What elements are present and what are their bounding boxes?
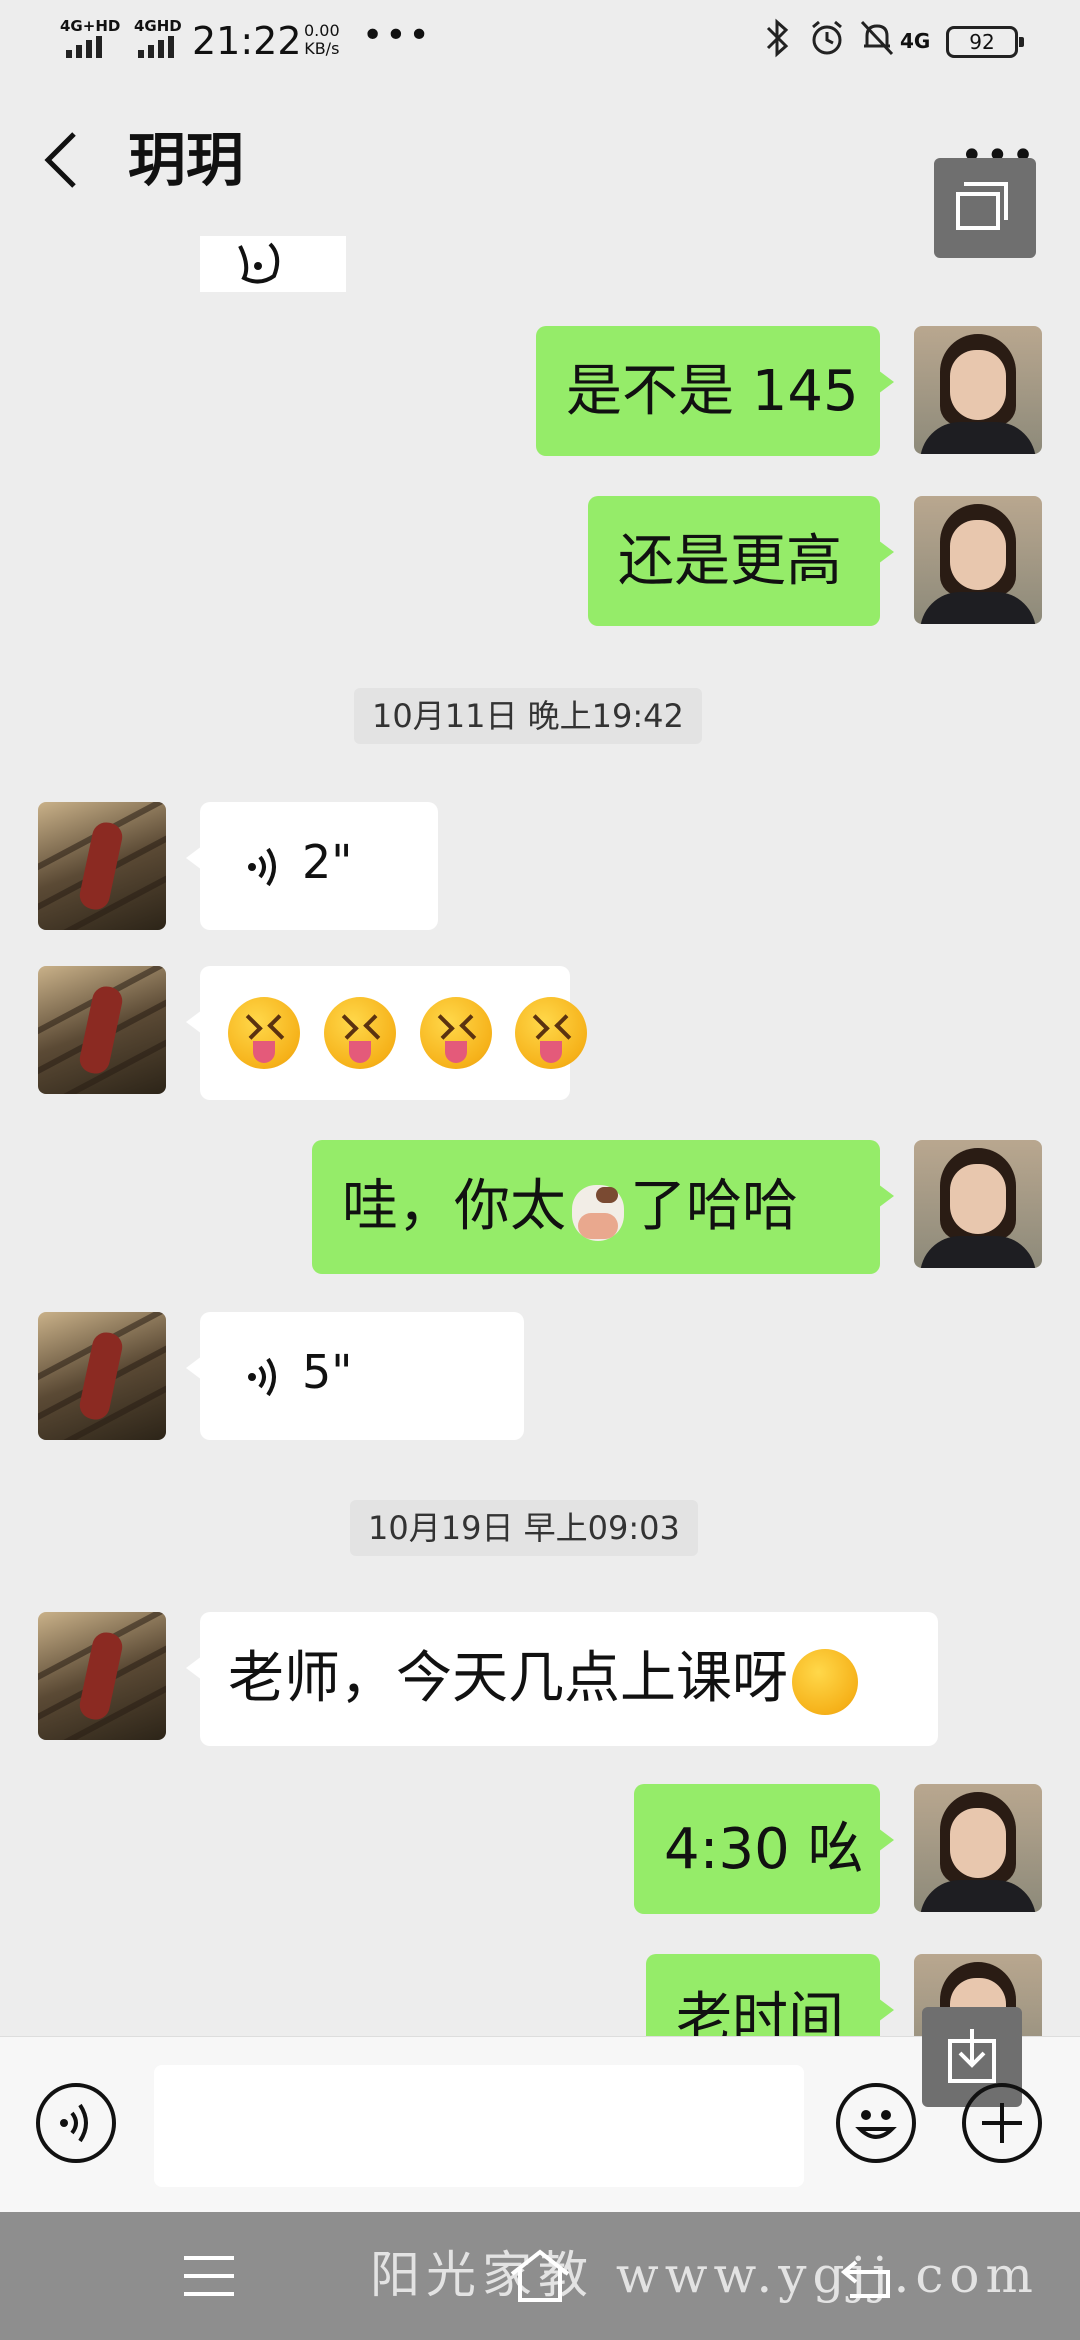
signal-bars-1-icon bbox=[66, 36, 104, 58]
chat-title: 玥玥 bbox=[128, 126, 245, 194]
message-input[interactable] bbox=[154, 2065, 804, 2187]
contact-avatar[interactable] bbox=[38, 802, 166, 930]
voice-wave-icon bbox=[248, 1357, 276, 1397]
message-text: 4:30 吆 bbox=[664, 1817, 864, 1882]
watermark-text: 阳光家教 www.ygjj.com bbox=[370, 2246, 1039, 2304]
contact-avatar[interactable] bbox=[38, 1612, 166, 1740]
voice-wave-icon bbox=[248, 847, 276, 887]
plus-icon bbox=[982, 2103, 1022, 2143]
my-avatar[interactable] bbox=[914, 1784, 1042, 1912]
back-button[interactable] bbox=[42, 130, 82, 190]
clock: 21:22 bbox=[192, 19, 302, 63]
cow-emoji-icon bbox=[566, 1177, 630, 1243]
voice-duration: 2" bbox=[302, 835, 353, 889]
voice-message[interactable]: 2" bbox=[186, 802, 438, 930]
timestamp-label: 10月11日 晚上19:42 bbox=[354, 688, 702, 744]
message-bubble[interactable]: 哇，你太 了哈哈 bbox=[312, 1140, 894, 1274]
squinting-tongue-emoji-icon bbox=[515, 997, 588, 1069]
menu-icon bbox=[184, 2256, 234, 2296]
voice-duration: 5" bbox=[302, 1345, 353, 1399]
menu-button[interactable] bbox=[180, 2252, 238, 2304]
message-bubble[interactable]: 老师，今天几点上课呀 bbox=[186, 1612, 938, 1746]
message-bubble[interactable]: 是不是 145 bbox=[536, 326, 894, 456]
message-bubble[interactable]: 4:30 吆 bbox=[634, 1784, 894, 1914]
alarm-icon bbox=[808, 18, 846, 72]
contact-avatar[interactable] bbox=[38, 966, 166, 1094]
message-text-before: 哇，你太 bbox=[342, 1174, 566, 1239]
message-bubble[interactable]: 还是更高 bbox=[588, 496, 894, 626]
more-functions-button[interactable] bbox=[962, 2083, 1042, 2163]
smiley-icon bbox=[855, 2110, 897, 2139]
chat-header: 玥玥 ••• bbox=[0, 84, 1080, 258]
timestamp-label: 10月19日 早上09:03 bbox=[350, 1500, 698, 1556]
message-bubble[interactable]: 老时间 bbox=[646, 1954, 894, 2037]
message-text: 老时间 bbox=[676, 1987, 844, 2037]
emoji-message[interactable] bbox=[186, 966, 588, 1100]
bluetooth-icon bbox=[764, 18, 792, 72]
message-text-after: 了哈哈 bbox=[630, 1174, 798, 1239]
input-bar bbox=[0, 2007, 1080, 2213]
winking-tongue-emoji-icon bbox=[792, 1648, 858, 1715]
voice-wave-icon bbox=[60, 2103, 88, 2143]
speed-value: 0.00 bbox=[304, 21, 340, 40]
my-avatar[interactable] bbox=[914, 1140, 1042, 1268]
voice-input-button[interactable] bbox=[36, 2083, 116, 2163]
signal-label-2: 4GHD bbox=[134, 17, 182, 35]
message-text: 还是更高 bbox=[618, 529, 842, 594]
squinting-tongue-emoji-icon bbox=[228, 997, 300, 1069]
message-text: 老师，今天几点上课呀 bbox=[228, 1646, 788, 1711]
speed-unit: KB/s bbox=[304, 39, 340, 58]
more-notifications-icon: ••• bbox=[362, 15, 432, 56]
my-avatar[interactable] bbox=[914, 326, 1042, 454]
contact-avatar[interactable] bbox=[38, 1312, 166, 1440]
system-nav-bar: 阳光家教 www.ygjj.com bbox=[0, 2212, 1080, 2340]
chevron-left-icon bbox=[44, 132, 76, 188]
signal-label-1: 4G+HD bbox=[60, 17, 121, 35]
network-speed: 0.00 KB/s bbox=[304, 22, 340, 58]
battery-icon: 92 bbox=[946, 26, 1024, 58]
sticker-image bbox=[238, 242, 280, 284]
signal-bars-2-icon bbox=[138, 36, 176, 58]
message-text: 是不是 145 bbox=[566, 359, 859, 424]
network-type: 4G bbox=[900, 29, 931, 53]
my-avatar[interactable] bbox=[914, 496, 1042, 624]
mute-bell-icon bbox=[858, 18, 896, 72]
voice-message[interactable]: 5" bbox=[186, 1312, 524, 1440]
emoji-button[interactable] bbox=[836, 2083, 916, 2163]
status-bar: 4G+HD 4GHD 21:22 0.00 KB/s ••• 4G 92 bbox=[0, 0, 1080, 84]
squinting-tongue-emoji-icon bbox=[323, 997, 396, 1069]
message-list[interactable]: 是不是 145 还是更高 10月11日 晚上19:42 2" 哇，你太 了哈哈 5… bbox=[0, 236, 1080, 2036]
sticker-message[interactable] bbox=[200, 236, 346, 292]
squinting-tongue-emoji-icon bbox=[419, 997, 492, 1069]
